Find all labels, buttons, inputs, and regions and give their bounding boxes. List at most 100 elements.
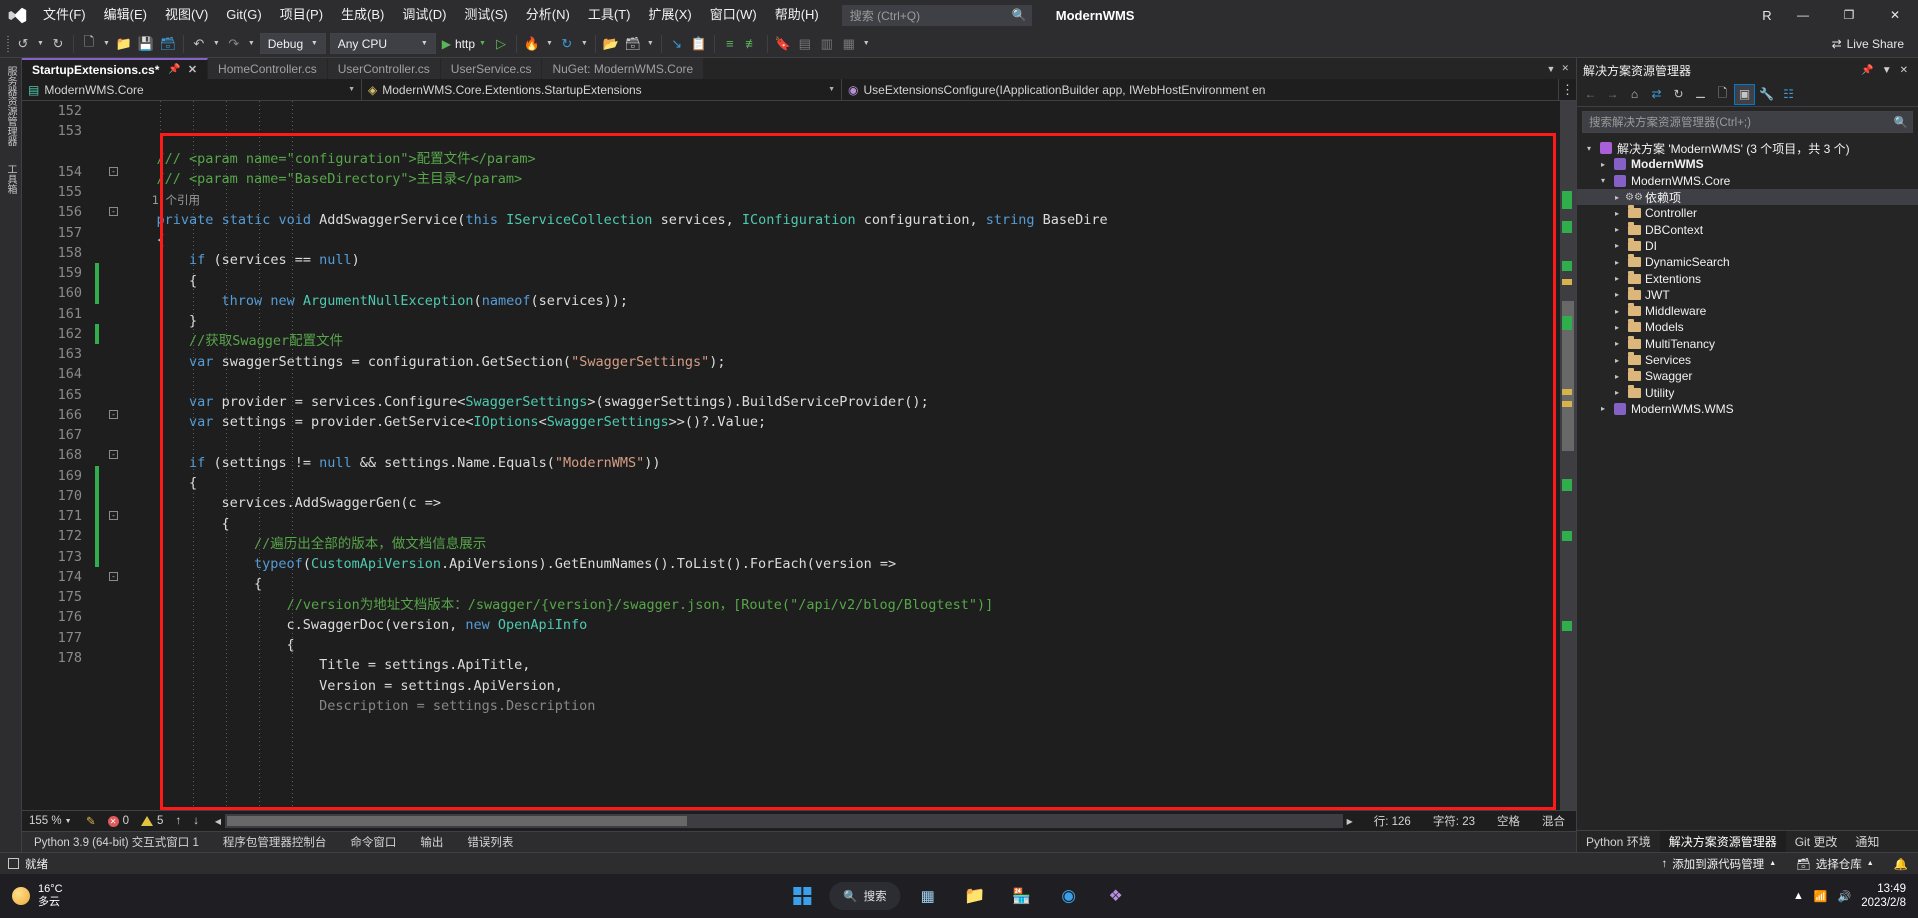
vertical-scrollbar[interactable] (1560, 101, 1576, 810)
navigate-back-icon[interactable]: ↺ (12, 33, 34, 55)
forward-icon[interactable]: → (1602, 84, 1623, 105)
menu-window[interactable]: 窗口(W) (701, 0, 766, 30)
close-icon[interactable]: ✕ (1896, 65, 1912, 76)
horizontal-scrollbar[interactable] (224, 814, 1343, 828)
compare-icon[interactable]: 📋 (688, 33, 710, 55)
navbar-member-dropdown[interactable]: ◉ UseExtensionsConfigure(IApplicationBui… (842, 79, 1559, 100)
chevron-right-icon[interactable]: ▸ (1611, 290, 1623, 299)
chevron-right-icon[interactable]: ▸ (1611, 225, 1623, 234)
back-icon[interactable]: ← (1580, 84, 1601, 105)
task-view-button[interactable]: ▦ (908, 878, 948, 914)
outdent-icon[interactable]: ≢ (741, 33, 763, 55)
overflow-icon[interactable]: ▼ (860, 33, 873, 55)
tree-node[interactable]: ▸ DynamicSearch (1577, 254, 1918, 270)
quick-launch-search[interactable]: 搜索 (Ctrl+Q) 🔍 (841, 4, 1032, 26)
menu-test[interactable]: 测试(S) (455, 0, 516, 30)
visual-studio-taskbar-button[interactable]: ❖ (1096, 878, 1136, 914)
tree-node[interactable]: ▸ ⚙⚙ 依赖项 (1577, 188, 1918, 206)
volume-icon[interactable]: 🔊 (1838, 890, 1852, 903)
menu-file[interactable]: 文件(F) (34, 0, 95, 30)
navigate-forward-icon[interactable]: ↻ (47, 33, 69, 55)
menu-tools[interactable]: 工具(T) (579, 0, 640, 30)
undo-dropdown-icon[interactable]: ▼ (210, 33, 223, 55)
chevron-right-icon[interactable]: ▸ (1611, 372, 1623, 381)
server-explorer-tab[interactable]: 服务器资源管理器 (5, 66, 16, 146)
tab-git-changes[interactable]: Git 更改 (1786, 831, 1847, 853)
doc-tab-homecontroller[interactable]: HomeController.cs (208, 58, 328, 79)
outlining-collapse-toggle[interactable]: - (106, 202, 124, 222)
chevron-right-icon[interactable]: ▸ (1611, 258, 1623, 267)
tree-node[interactable]: ▸ Swagger (1577, 368, 1918, 384)
menu-edit[interactable]: 编辑(E) (95, 0, 156, 30)
doc-tab-nuget[interactable]: NuGet: ModernWMS.Core (542, 58, 705, 79)
chevron-right-icon[interactable]: ▸ (1611, 307, 1623, 316)
toggle-outlining-icon[interactable]: ▦ (838, 33, 860, 55)
dock-tab-output[interactable]: 输出 (408, 834, 455, 850)
bookmark-icon[interactable]: 🔖 (772, 33, 794, 55)
preview-selected-items-icon[interactable]: ☷ (1778, 84, 1799, 105)
pin-icon[interactable]: 📌 (168, 64, 180, 75)
indent-icon[interactable]: ≡ (719, 33, 741, 55)
live-share-button[interactable]: ⇄ Live Share (1832, 37, 1918, 51)
horizontal-scroll-area[interactable]: ◀ ▶ (205, 814, 1363, 828)
menu-extensions[interactable]: 扩展(X) (639, 0, 700, 30)
select-repository-button[interactable]: 🗃 选择仓库 ▲ (1786, 856, 1884, 872)
weather-widget[interactable]: 16°C 多云 (0, 883, 63, 909)
dock-tab-command-window[interactable]: 命令窗口 (338, 834, 408, 850)
chevron-right-icon[interactable]: ▸ (1611, 388, 1623, 397)
navigate-back-dropdown-icon[interactable]: ▼ (34, 33, 47, 55)
menu-help[interactable]: 帮助(H) (766, 0, 828, 30)
tree-node[interactable]: ▸ Controller (1577, 205, 1918, 221)
doc-tab-startupextensions[interactable]: StartupExtensions.cs* 📌 ✕ (22, 58, 209, 79)
outlining-gutter[interactable]: - - - - - - (106, 101, 124, 810)
sync-with-active-document-icon[interactable]: ⇄ (1646, 84, 1667, 105)
close-icon[interactable]: ✕ (188, 63, 197, 76)
chevron-right-icon[interactable]: ▸ (1611, 241, 1623, 250)
solution-configuration-combo[interactable]: Debug ▼ (259, 33, 326, 54)
chevron-down-icon[interactable]: ▾ (1583, 144, 1595, 153)
code-text[interactable]: /// <param name="configuration">配置文件</pa… (124, 101, 1560, 810)
navbar-type-dropdown[interactable]: ◈ ModernWMS.Core.Extentions.StartupExten… (362, 79, 842, 100)
warning-count[interactable]: 5 (135, 815, 169, 827)
chevron-right-icon[interactable]: ▸ (1597, 160, 1609, 169)
zoom-level-control[interactable]: 155 % ▼ (22, 815, 80, 827)
prev-issue-button[interactable]: ↑ (169, 815, 187, 827)
chevron-right-icon[interactable]: ▸ (1611, 323, 1623, 332)
chevron-down-icon[interactable]: ▾ (1597, 176, 1609, 185)
clock[interactable]: 13:49 2023/2/8 (1861, 882, 1906, 910)
window-layout-dropdown-icon[interactable]: ▼ (644, 33, 657, 55)
tree-node[interactable]: ▸ JWT (1577, 286, 1918, 303)
chevron-right-icon[interactable]: ▸ (1611, 274, 1623, 283)
hot-reload-dropdown-icon[interactable]: ▼ (543, 33, 556, 55)
undo-icon[interactable]: ↶ (188, 33, 210, 55)
tab-python-environments[interactable]: Python 环境 (1577, 831, 1660, 853)
network-icon[interactable]: 📶 (1814, 890, 1828, 903)
uncomment-icon[interactable]: ▥ (816, 33, 838, 55)
tab-solution-explorer[interactable]: 解决方案资源管理器 (1659, 830, 1786, 853)
refresh-icon[interactable]: ↻ (1668, 84, 1689, 105)
next-issue-button[interactable]: ↓ (187, 815, 205, 827)
code-viewport[interactable]: 152 153 154 155 156 157 158 159 160 161 162 163 164 1… (22, 101, 1560, 810)
scrollbar-thumb[interactable] (226, 816, 687, 826)
scroll-right-icon[interactable]: ▶ (1343, 817, 1357, 826)
tree-node[interactable]: ▸ Models (1577, 319, 1918, 335)
hot-reload-icon[interactable]: 🔥 (521, 33, 543, 55)
tab-close-icon[interactable]: ✕ (1561, 63, 1569, 74)
tree-node[interactable]: ▸ Utility (1577, 384, 1918, 400)
outlining-collapse-toggle[interactable]: - (106, 445, 124, 465)
dock-tab-python-interactive[interactable]: Python 3.9 (64-bit) 交互式窗口 1 (22, 834, 211, 850)
show-hidden-icons-icon[interactable]: ▲ (1793, 890, 1804, 902)
folder-icon[interactable]: 📂 (600, 33, 622, 55)
rename-indicator[interactable]: ✎ (80, 814, 102, 828)
new-project-icon[interactable]: 🗋 (78, 33, 100, 55)
menu-view[interactable]: 视图(V) (156, 0, 217, 30)
scroll-left-icon[interactable]: ◀ (211, 817, 225, 826)
code-editor[interactable]: 152 153 154 155 156 157 158 159 160 161 162 163 164 1… (22, 101, 1576, 810)
maximize-button[interactable]: ❐ (1826, 0, 1872, 30)
properties-icon[interactable]: 🔧 (1756, 84, 1777, 105)
windows-start-button[interactable] (782, 878, 822, 914)
open-file-icon[interactable]: 📁 (113, 33, 135, 55)
solution-explorer-search[interactable]: 搜索解决方案资源管理器(Ctrl+;) 🔍 (1582, 111, 1913, 133)
refresh-icon[interactable]: ↻ (556, 33, 578, 55)
notifications-bell[interactable]: 🔔 (1884, 857, 1918, 871)
